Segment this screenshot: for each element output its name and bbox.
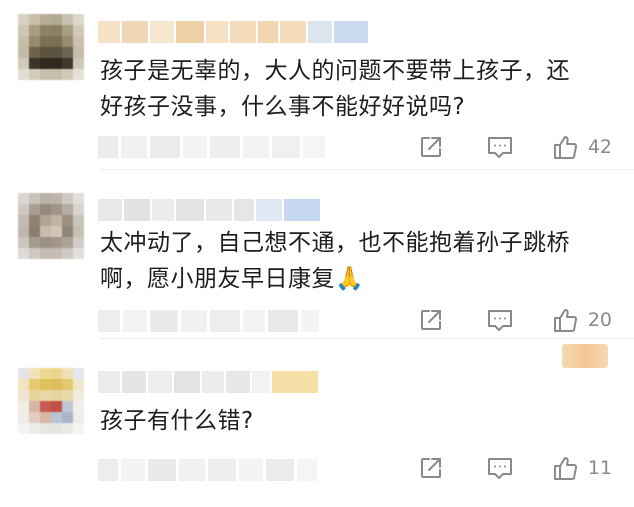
comment-actions: 42	[418, 133, 612, 161]
share-icon	[420, 310, 441, 330]
comment-text-line: 太冲动了，自己想不通，也不能抱着孙子跳桥	[100, 230, 570, 256]
comment-item: 太冲动了，自己想不通，也不能抱着孙子跳桥 啊，愿小朋友早日康复🙏 20	[0, 169, 634, 338]
timestamp-blurred	[98, 458, 317, 482]
thumbs-up-icon	[553, 309, 577, 332]
comment-text: 孩子是无辜的，大人的问题不要带上孩子，还 好孩子没事，什么事不能好好说吗?	[100, 53, 616, 125]
comment-actions: 11	[418, 454, 612, 482]
avatar[interactable]	[18, 368, 84, 434]
like-count: 42	[587, 136, 612, 158]
comment-text-line: 孩子是无辜的，大人的问题不要带上孩子，还	[100, 58, 570, 84]
username-blurred[interactable]	[98, 19, 368, 45]
reply-button[interactable]	[486, 455, 514, 481]
username-blurred[interactable]	[98, 369, 318, 395]
share-button[interactable]	[418, 134, 444, 160]
avatar[interactable]	[18, 14, 84, 80]
avatar[interactable]	[18, 193, 84, 259]
like-button[interactable]: 20	[552, 306, 612, 334]
share-button[interactable]	[418, 307, 444, 333]
comment-text-line: 好孩子没事，什么事不能好好说吗?	[100, 94, 466, 120]
like-button[interactable]: 11	[552, 454, 612, 482]
reply-icon	[487, 458, 512, 479]
comment-text: 孩子有什么错?	[100, 403, 616, 439]
like-count: 20	[587, 309, 612, 331]
like-count: 11	[587, 457, 612, 479]
share-icon	[420, 137, 441, 157]
comment-text-line: 孩子有什么错?	[100, 408, 254, 434]
comment-item: 孩子是无辜的，大人的问题不要带上孩子，还 好孩子没事，什么事不能好好说吗? 42	[0, 0, 634, 169]
reply-icon	[487, 310, 512, 331]
share-icon	[420, 458, 441, 478]
badge-blurred	[562, 344, 608, 368]
reply-icon	[487, 137, 512, 158]
comment-text: 太冲动了，自己想不通，也不能抱着孙子跳桥 啊，愿小朋友早日康复🙏	[100, 225, 616, 297]
like-button[interactable]: 42	[552, 133, 612, 161]
reply-button[interactable]	[486, 134, 514, 160]
timestamp-blurred	[98, 135, 325, 159]
thumbs-up-icon	[553, 136, 577, 159]
comment-text-line: 啊，愿小朋友早日康复🙏	[100, 266, 365, 292]
timestamp-blurred	[98, 309, 319, 333]
reply-button[interactable]	[486, 307, 514, 333]
comment-actions: 20	[418, 306, 612, 334]
username-blurred[interactable]	[98, 197, 320, 223]
comment-item: 孩子有什么错? 11	[0, 338, 634, 507]
comment-list: 孩子是无辜的，大人的问题不要带上孩子，还 好孩子没事，什么事不能好好说吗? 42…	[0, 0, 634, 507]
share-button[interactable]	[418, 455, 444, 481]
thumbs-up-icon	[553, 457, 577, 480]
